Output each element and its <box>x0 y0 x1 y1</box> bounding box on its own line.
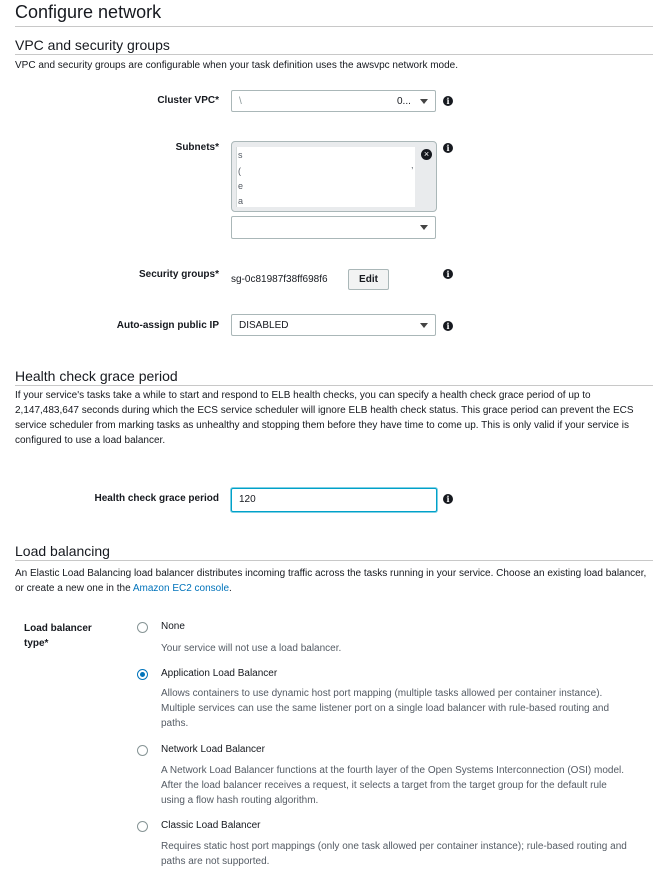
radio-application-load-balancer[interactable] <box>137 669 148 680</box>
subnets-add-select[interactable] <box>231 216 436 239</box>
caret-down-icon <box>420 99 428 104</box>
security-group-value: sg-0c81987f38ff698f6 <box>231 274 328 285</box>
subnet-text: , <box>411 160 414 170</box>
info-icon[interactable]: i <box>443 143 453 153</box>
load-balancer-type-label: Load balancer type* <box>24 623 92 649</box>
radio-none[interactable] <box>137 622 148 633</box>
radio-description-none: Your service will not use a load balance… <box>161 643 342 654</box>
cluster-vpc-label: Cluster VPC* <box>157 95 219 106</box>
load-balancing-description: An Elastic Load Balancing load balancer … <box>15 566 653 596</box>
ec2-console-link[interactable]: Amazon EC2 console <box>133 583 229 594</box>
subnets-multiselect[interactable]: s ( e a , × <box>231 141 437 212</box>
cluster-vpc-value-end: 0... <box>397 96 411 107</box>
section-title-health-check: Health check grace period <box>15 368 178 384</box>
security-groups-label: Security groups* <box>138 269 219 280</box>
caret-down-icon <box>420 225 428 230</box>
cluster-vpc-select[interactable]: \ 0... <box>231 90 436 112</box>
auto-assign-ip-value: DISABLED <box>239 320 289 331</box>
subnet-text: s <box>238 150 243 160</box>
auto-assign-ip-label: Auto-assign public IP <box>116 320 219 331</box>
load-balancing-description-text: An Elastic Load Balancing load balancer … <box>15 568 647 594</box>
auto-assign-ip-select[interactable]: DISABLED <box>231 314 436 336</box>
radio-label-none[interactable]: None <box>161 621 185 632</box>
info-icon[interactable]: i <box>443 494 453 504</box>
radio-description-classic-load-balancer: Requires static host port mappings (only… <box>161 841 627 867</box>
info-icon[interactable]: i <box>443 321 453 331</box>
divider <box>15 385 653 386</box>
divider <box>15 26 653 27</box>
divider <box>15 54 653 55</box>
health-check-description: If your service's tasks take a while to … <box>15 390 634 446</box>
info-icon[interactable]: i <box>443 269 453 279</box>
subnets-label: Subnets* <box>175 142 219 153</box>
divider <box>15 560 653 561</box>
radio-network-load-balancer[interactable] <box>137 745 148 756</box>
radio-label-network-load-balancer[interactable]: Network Load Balancer <box>161 744 265 755</box>
radio-label-application-load-balancer[interactable]: Application Load Balancer <box>161 668 277 679</box>
subnet-text: e <box>238 181 244 191</box>
caret-down-icon <box>420 323 428 328</box>
load-balancing-description-end: . <box>229 583 232 594</box>
cluster-vpc-value-start: \ <box>239 96 242 107</box>
edit-security-groups-button[interactable]: Edit <box>348 269 389 290</box>
radio-classic-load-balancer[interactable] <box>137 821 148 832</box>
radio-description-network-load-balancer: A Network Load Balancer functions at the… <box>161 765 625 806</box>
subnet-text: ( <box>238 166 241 176</box>
health-check-grace-input[interactable]: 120 <box>231 488 437 512</box>
info-icon[interactable]: i <box>443 96 453 106</box>
clear-icon[interactable]: × <box>421 149 432 160</box>
section-title-vpc: VPC and security groups <box>15 37 170 53</box>
subnets-selected-list: s ( e a , <box>236 147 415 207</box>
section-title-load-balancing: Load balancing <box>15 543 110 559</box>
page-title: Configure network <box>15 2 162 22</box>
health-check-grace-label: Health check grace period <box>94 493 220 504</box>
subnet-text: a <box>238 196 244 206</box>
vpc-description: VPC and security groups are configurable… <box>15 60 459 71</box>
radio-label-classic-load-balancer[interactable]: Classic Load Balancer <box>161 820 261 831</box>
radio-description-application-load-balancer: Allows containers to use dynamic host po… <box>161 688 610 729</box>
